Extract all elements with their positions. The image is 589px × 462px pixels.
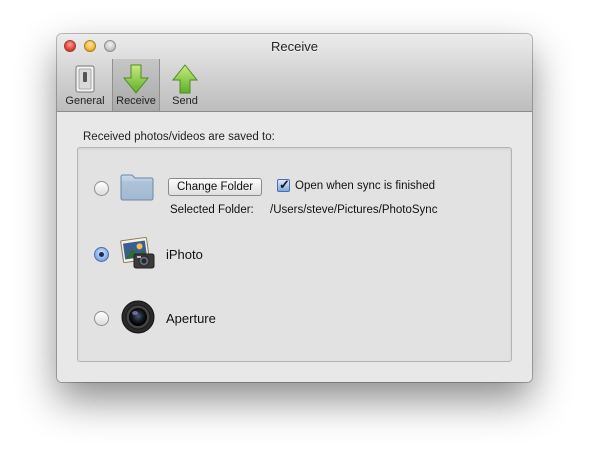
change-folder-button[interactable]: Change Folder xyxy=(168,178,263,196)
radio-selected-dot xyxy=(99,252,104,257)
iphoto-label: iPhoto xyxy=(166,247,203,262)
save-location-heading: Received photos/videos are saved to: xyxy=(83,131,275,143)
receive-pane: Received photos/videos are saved to: Cha… xyxy=(57,112,532,382)
preferences-window: Receive General Receive Send Received ph… xyxy=(57,34,532,382)
toolbar-item-receive[interactable]: Receive xyxy=(112,59,160,111)
open-when-finished-checkbox[interactable]: ✓ xyxy=(277,177,290,192)
folder-icon xyxy=(120,174,154,201)
switch-icon xyxy=(75,65,95,93)
checkmark-icon: ✓ xyxy=(279,177,290,192)
toolbar-item-send[interactable]: Send xyxy=(161,59,209,111)
toolbar-label-send: Send xyxy=(172,95,198,107)
iphoto-radio[interactable] xyxy=(94,247,109,262)
folder-radio[interactable] xyxy=(94,181,109,196)
aperture-radio[interactable] xyxy=(94,311,109,326)
selected-folder-path: /Users/steve/Pictures/PhotoSync xyxy=(270,204,438,216)
window-title: Receive xyxy=(271,39,318,54)
toolbar-item-general[interactable]: General xyxy=(61,59,109,111)
aperture-icon xyxy=(121,300,155,334)
aperture-label: Aperture xyxy=(166,311,216,326)
open-when-finished-label: Open when sync is finished xyxy=(295,180,435,192)
selected-folder-label: Selected Folder: xyxy=(170,204,254,216)
down-arrow-icon xyxy=(122,64,150,94)
toolbar-label-receive: Receive xyxy=(116,95,156,107)
iphoto-icon xyxy=(120,236,155,269)
toolbar-label-general: General xyxy=(65,95,105,107)
destination-panel: Change Folder ✓ Open when sync is finish… xyxy=(77,147,512,362)
toolbar: Receive General Receive Send xyxy=(57,34,532,112)
up-arrow-icon xyxy=(171,64,199,94)
